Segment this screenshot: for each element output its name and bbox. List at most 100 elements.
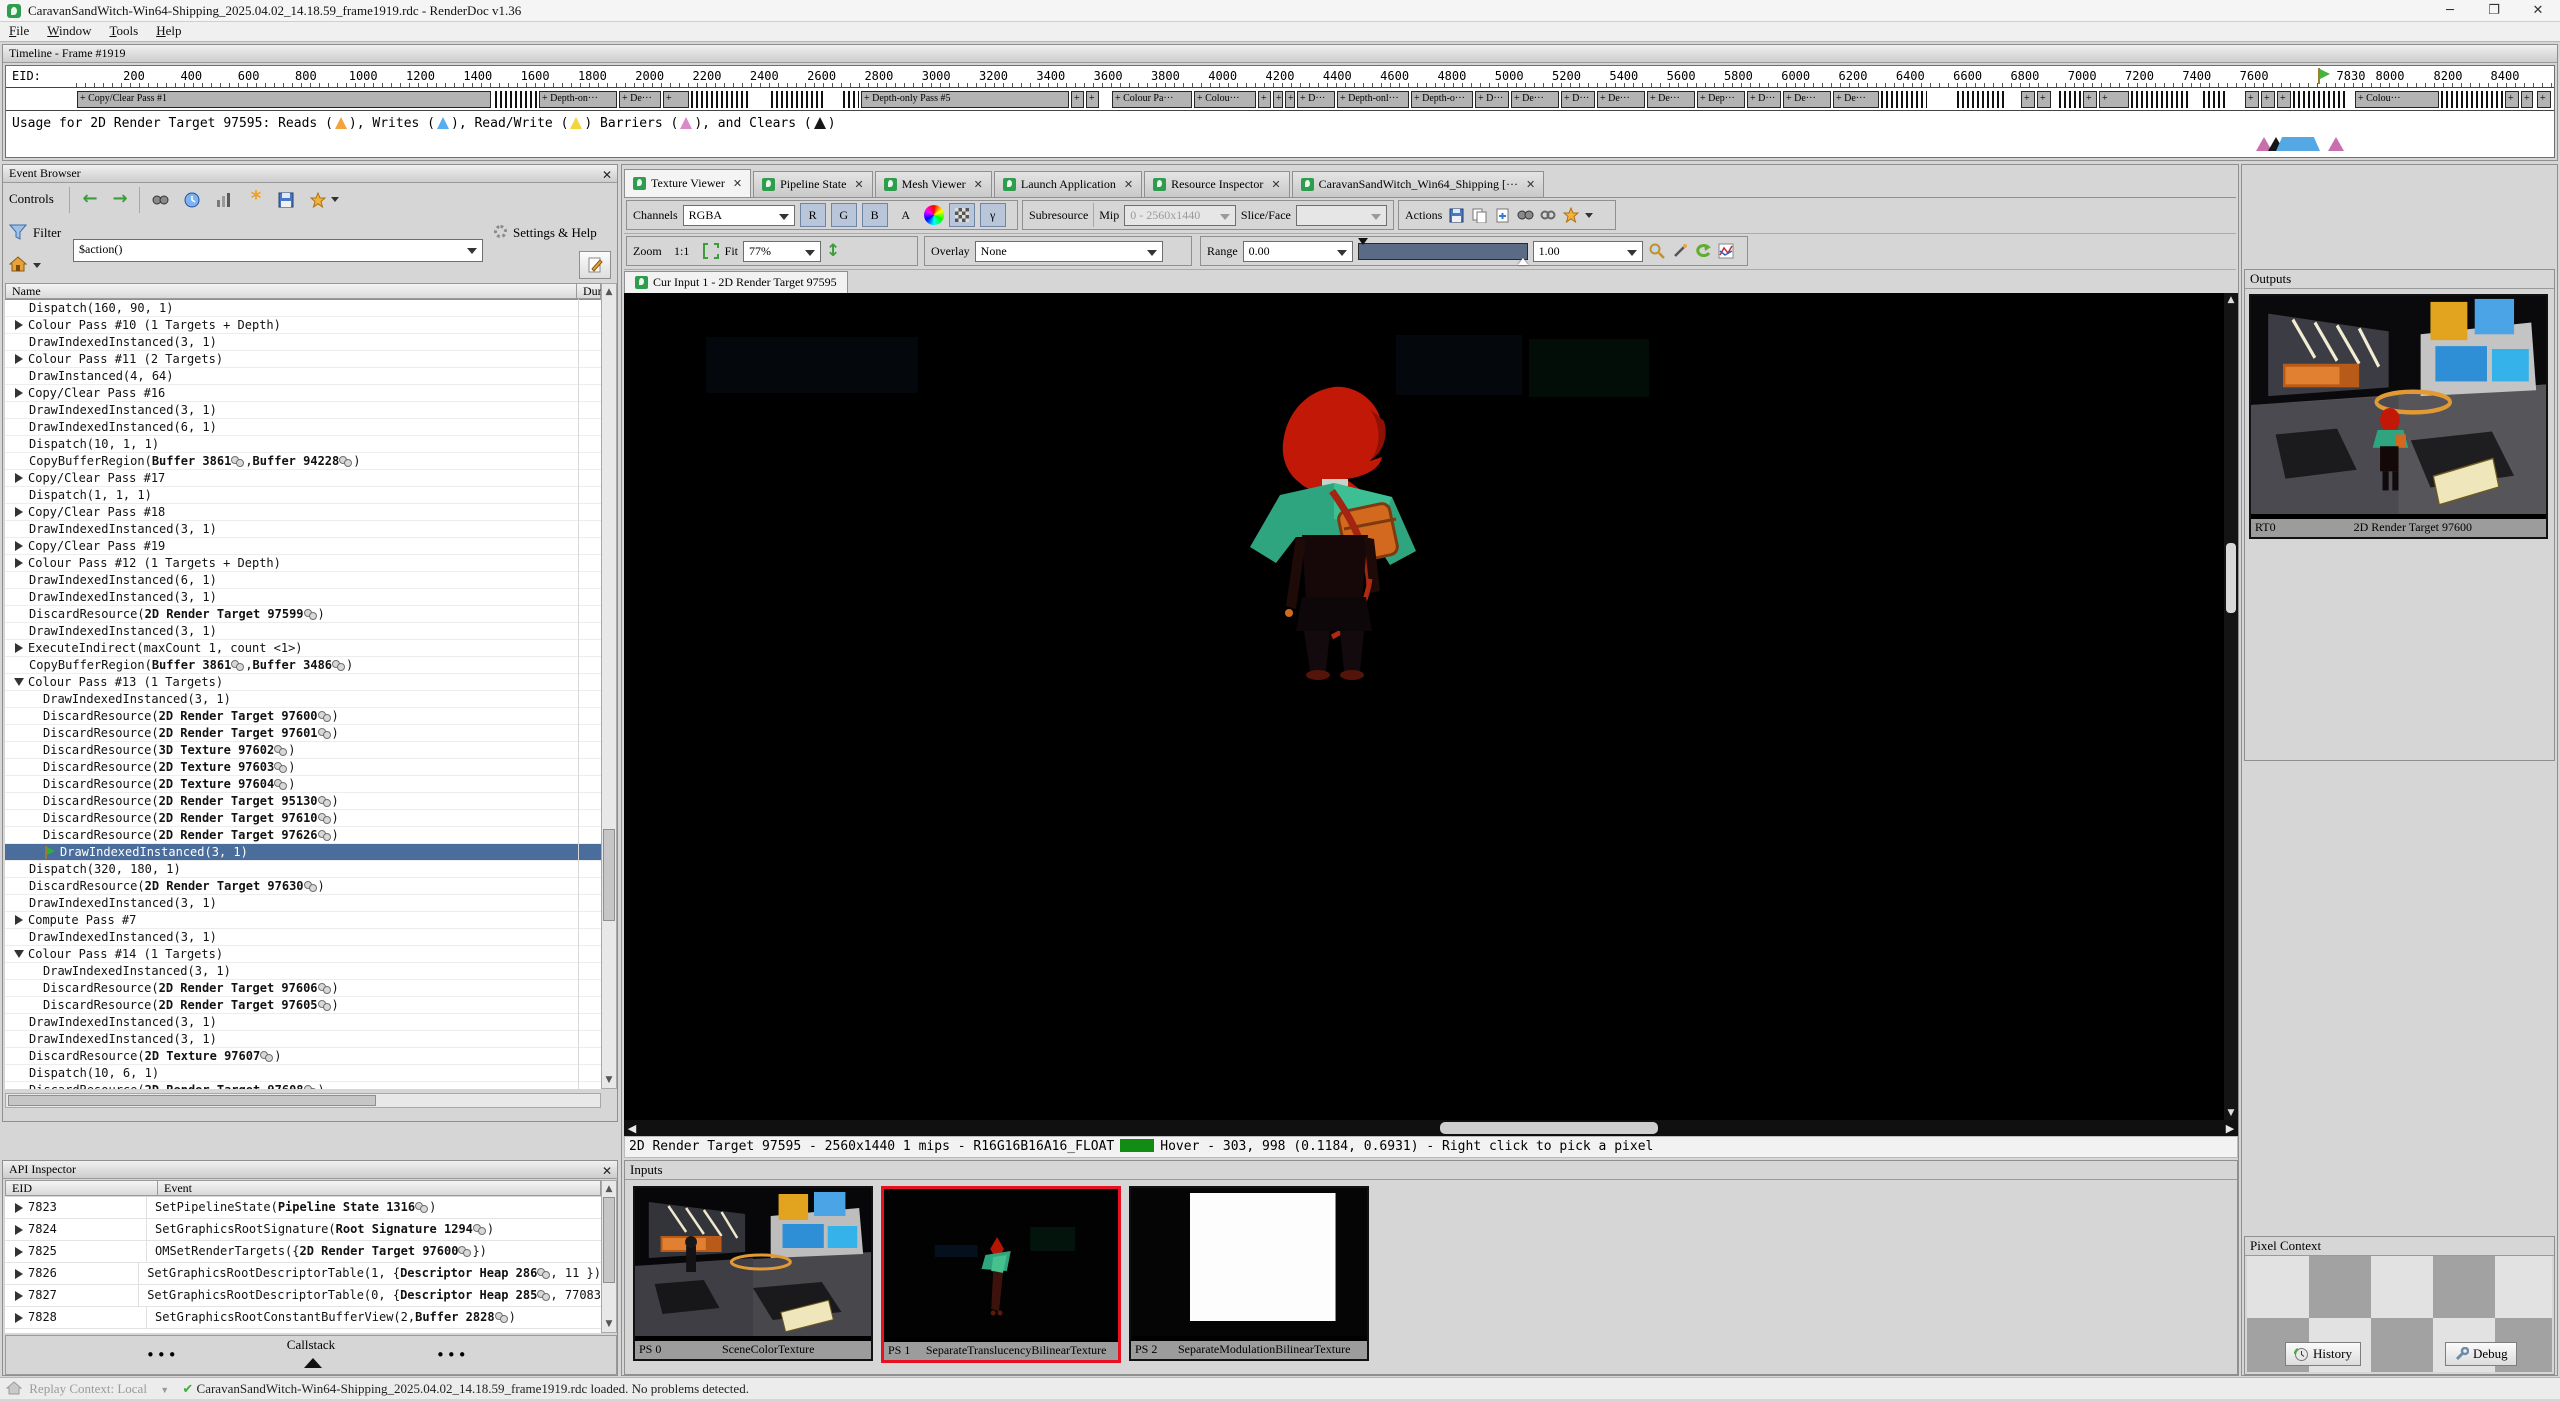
timeline-pass-block[interactable]: + D··· (1475, 91, 1509, 108)
api-call-row[interactable]: 7828SetGraphicsRootConstantBufferView(2,… (5, 1307, 601, 1329)
event-row[interactable]: DiscardResource(2D Render Target 97626) (5, 827, 601, 844)
debug-button[interactable]: Debug (2445, 1342, 2517, 1366)
event-row[interactable]: Copy/Clear Pass #18 (5, 504, 601, 521)
timeline-pass-block[interactable]: + (2261, 91, 2275, 108)
event-row[interactable]: DrawIndexedInstanced(3, 1) (5, 521, 601, 538)
event-row[interactable]: DrawIndexedInstanced(3, 1) (5, 691, 601, 708)
timeline-pass-block[interactable]: + Depth-o··· (1411, 91, 1473, 108)
timeline-pass-block[interactable]: + (2277, 91, 2291, 108)
column-header-duration[interactable]: Durati (576, 283, 601, 299)
timeline-event-marks[interactable] (843, 91, 859, 108)
event-row[interactable]: Colour Pass #13 (1 Targets) (5, 674, 601, 691)
minimize-button[interactable]: ─ (2428, 0, 2472, 22)
reset-range-icon[interactable] (1694, 242, 1712, 260)
timeline-event-marks[interactable] (2441, 91, 2503, 108)
scroll-left-icon[interactable]: ◀ (624, 1122, 640, 1135)
event-row[interactable]: Dispatch(320, 180, 1) (5, 861, 601, 878)
timeline-event-marks[interactable] (495, 91, 537, 108)
tab-close-icon[interactable]: ✕ (1526, 178, 1535, 191)
one-to-one-button[interactable]: 1:1 (667, 240, 697, 262)
event-row[interactable]: DrawIndexedInstanced(3, 1) (5, 844, 601, 861)
event-row[interactable]: DiscardResource(2D Render Target 97608) (5, 1082, 601, 1089)
timeline-pass-block[interactable]: + (663, 91, 689, 108)
timeline-pass-block[interactable]: + De··· (1833, 91, 1879, 108)
api-call-row[interactable]: 7826SetGraphicsRootDescriptorTable(1, { … (5, 1263, 601, 1285)
timeline-pass-block[interactable]: + (1273, 91, 1283, 108)
event-row[interactable]: CopyBufferRegion(Buffer 3861, Buffer 348… (5, 657, 601, 674)
event-row[interactable]: Colour Pass #12 (1 Targets + Depth) (5, 555, 601, 572)
event-row[interactable]: DiscardResource(2D Texture 97604) (5, 776, 601, 793)
timeline-pass-block[interactable]: + De··· (619, 91, 661, 108)
timeline-pass-block[interactable]: + Colou··· (2355, 91, 2439, 108)
timeline-pass-block[interactable]: + D··· (1747, 91, 1781, 108)
timeline-pass-block[interactable]: + (2083, 91, 2097, 108)
event-row[interactable]: DiscardResource(2D Texture 97607) (5, 1048, 601, 1065)
copy-icon[interactable] (1470, 206, 1488, 224)
event-row[interactable]: DiscardResource(2D Render Target 97606) (5, 980, 601, 997)
mip-select[interactable]: 0 - 2560x1440 (1124, 205, 1236, 226)
gamma-button[interactable]: γ (980, 203, 1006, 227)
color-wheel-icon[interactable] (924, 205, 944, 225)
scrollbar-thumb[interactable] (8, 1095, 376, 1106)
range-slider[interactable] (1358, 243, 1528, 260)
timeline-pass-block[interactable]: + (1258, 91, 1271, 108)
event-row[interactable]: DiscardResource(2D Render Target 97601) (5, 725, 601, 742)
texture-display[interactable]: ▲ ▼ (624, 293, 2238, 1120)
event-browser-close-icon[interactable]: ✕ (602, 167, 612, 184)
timeline-pass-block[interactable]: + De··· (1783, 91, 1831, 108)
api-inspector-close-icon[interactable]: ✕ (602, 1163, 612, 1180)
output-thumbnail-rt0[interactable]: RT02D Render Target 97600 (2249, 294, 2548, 539)
event-row[interactable]: Colour Pass #10 (1 Targets + Depth) (5, 317, 601, 334)
timeline-pass-block[interactable]: + Depth-onl··· (1337, 91, 1409, 108)
event-row[interactable]: DiscardResource(2D Render Target 97630) (5, 878, 601, 895)
timeline-pass-block[interactable]: + (1086, 91, 1099, 108)
range-min-input[interactable]: 0.00 (1243, 241, 1353, 262)
range-max-input[interactable]: 1.00 (1533, 241, 1643, 262)
gear-icon[interactable] (491, 222, 509, 240)
timeline-pass-block[interactable]: + Dep··· (1697, 91, 1745, 108)
menu-file[interactable]: File (0, 22, 38, 40)
column-header-event[interactable]: Event (157, 1180, 601, 1196)
timeline-pass-block[interactable]: + (2537, 91, 2551, 108)
tab-texture-viewer[interactable]: Texture Viewer✕ (624, 169, 751, 197)
event-row[interactable]: CopyBufferRegion(Buffer 3861, Buffer 942… (5, 453, 601, 470)
save-texture-icon[interactable] (1447, 206, 1465, 224)
bookmark-dropdown-icon[interactable] (331, 197, 339, 202)
stats-icon[interactable] (215, 191, 233, 209)
tab-resource-inspector[interactable]: Resource Inspector✕ (1144, 171, 1290, 197)
find-icon[interactable] (151, 191, 169, 209)
api-call-row[interactable]: 7823SetPipelineState(Pipeline State 1316… (5, 1197, 601, 1219)
open-resource-icon[interactable] (1493, 206, 1511, 224)
usage-marker-icon[interactable] (2328, 137, 2344, 151)
api-call-row[interactable]: 7824SetGraphicsRootSignature(Root Signat… (5, 1219, 601, 1241)
column-header-eid[interactable]: EID (5, 1180, 158, 1196)
flip-y-icon[interactable]: ↕ (826, 241, 840, 261)
home-icon[interactable] (9, 255, 27, 273)
scroll-right-icon[interactable]: ▶ (2222, 1122, 2238, 1135)
event-row[interactable]: DrawIndexedInstanced(3, 1) (5, 963, 601, 980)
autofit-wand-icon[interactable] (1671, 242, 1689, 260)
menu-help[interactable]: Help (147, 22, 190, 40)
event-row[interactable]: Colour Pass #11 (2 Targets) (5, 351, 601, 368)
clock-icon[interactable] (183, 191, 201, 209)
event-row[interactable]: Dispatch(1, 1, 1) (5, 487, 601, 504)
input-thumbnail-ps0[interactable]: PS 0SceneColorTexture (633, 1186, 873, 1361)
event-row[interactable]: Dispatch(160, 90, 1) (5, 300, 601, 317)
close-button[interactable]: ✕ (2516, 0, 2560, 22)
timeline-pass-block[interactable]: + Depth-only Pass #5 (861, 91, 1069, 108)
timeline-event-marks[interactable] (691, 91, 749, 108)
event-row[interactable]: Compute Pass #7 (5, 912, 601, 929)
event-row[interactable]: Dispatch(10, 6, 1) (5, 1065, 601, 1082)
timeline-pass-block[interactable]: + (2021, 91, 2035, 108)
find-texture-icon[interactable] (1516, 206, 1534, 224)
tab-close-icon[interactable]: ✕ (1124, 178, 1133, 191)
input-thumbnail-ps2[interactable]: PS 2SeparateModulationBilinearTexture (1129, 1186, 1369, 1361)
red-channel-button[interactable]: R (800, 203, 826, 227)
timeline-event-marks[interactable] (1957, 91, 2005, 108)
histogram-icon[interactable] (1717, 242, 1735, 260)
event-row[interactable]: Copy/Clear Pass #17 (5, 470, 601, 487)
maximize-button[interactable]: ❐ (2472, 0, 2516, 22)
tab-pipeline-state[interactable]: Pipeline State✕ (753, 171, 873, 197)
timeline-pass-block[interactable]: + De··· (1511, 91, 1559, 108)
slice-face-select[interactable] (1296, 205, 1387, 226)
